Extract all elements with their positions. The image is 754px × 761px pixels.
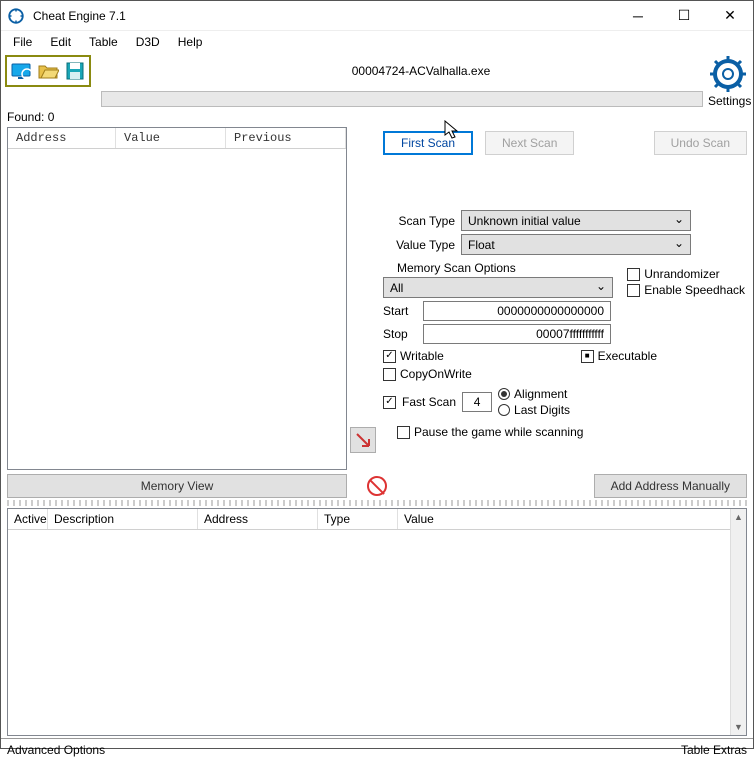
next-scan-button: Next Scan [485, 131, 574, 155]
speedhack-label: Enable Speedhack [644, 283, 745, 297]
memory-view-button[interactable]: Memory View [7, 474, 347, 498]
delete-icon[interactable] [367, 476, 387, 496]
toolbar: 00004724-ACValhalla.exe [1, 53, 753, 89]
menubar: File Edit Table D3D Help [1, 31, 753, 53]
unrandomizer-label: Unrandomizer [644, 267, 719, 281]
menu-d3d[interactable]: D3D [128, 33, 168, 51]
col-value[interactable]: Value [116, 128, 226, 148]
scroll-down-icon[interactable]: ▼ [731, 719, 746, 735]
col-previous[interactable]: Previous [226, 128, 346, 148]
found-count: 0 [48, 110, 55, 124]
lastdigits-radio[interactable] [498, 404, 510, 416]
app-icon [7, 7, 25, 25]
col-address2[interactable]: Address [198, 509, 318, 529]
table-extras-button[interactable]: Table Extras [681, 743, 747, 757]
scan-progress [101, 91, 703, 107]
footer: Advanced Options Table Extras [1, 738, 753, 761]
scrollbar[interactable]: ▲ ▼ [730, 509, 746, 735]
executable-label: Executable [598, 349, 657, 363]
col-description[interactable]: Description [48, 509, 198, 529]
mem-region-combo[interactable]: All [383, 277, 613, 298]
speedhack-check[interactable] [627, 284, 640, 297]
action-row: Memory View Add Address Manually [7, 474, 747, 498]
start-input[interactable] [423, 301, 611, 321]
value-type-value: Float [468, 238, 495, 252]
address-headers: Active Description Address Type Value [8, 509, 746, 530]
results-headers: Address Value Previous [8, 128, 346, 149]
scroll-up-icon[interactable]: ▲ [731, 509, 746, 525]
start-label: Start [383, 304, 423, 318]
col-value2[interactable]: Value [398, 509, 746, 529]
pause-check[interactable] [397, 426, 410, 439]
minimize-button[interactable]: ─ [615, 1, 661, 31]
address-table[interactable]: Active Description Address Type Value ▲ … [7, 508, 747, 736]
value-type-label: Value Type [383, 238, 455, 252]
cheat-engine-logo-icon [708, 54, 748, 94]
col-address[interactable]: Address [8, 128, 116, 148]
value-type-combo[interactable]: Float [461, 234, 691, 255]
fastscan-label: Fast Scan [402, 395, 456, 409]
results-pane[interactable]: Address Value Previous [7, 127, 347, 470]
window-title: Cheat Engine 7.1 [31, 9, 615, 23]
open-file-icon[interactable] [35, 58, 61, 84]
col-type[interactable]: Type [318, 509, 398, 529]
scan-type-combo[interactable]: Unknown initial value [461, 210, 691, 231]
lastdigits-label: Last Digits [514, 403, 570, 417]
found-row: Found: 0 [1, 109, 753, 125]
stop-label: Stop [383, 327, 423, 341]
menu-file[interactable]: File [5, 33, 40, 51]
controls-pane: First Scan Next Scan Undo Scan Scan Type… [353, 125, 753, 472]
add-address-manually-button[interactable]: Add Address Manually [594, 474, 747, 498]
first-scan-button[interactable]: First Scan [383, 131, 473, 155]
scan-type-label: Scan Type [383, 214, 455, 228]
mem-region-value: All [390, 281, 403, 295]
maximize-button[interactable]: ☐ [661, 1, 707, 31]
advanced-options-button[interactable]: Advanced Options [7, 743, 105, 757]
alignment-label: Alignment [514, 387, 567, 401]
menu-help[interactable]: Help [170, 33, 211, 51]
alignment-radio[interactable] [498, 388, 510, 400]
process-name: 00004724-ACValhalla.exe [93, 64, 749, 78]
splitter[interactable] [7, 500, 747, 506]
found-label: Found: [7, 110, 44, 124]
copyonwrite-check[interactable] [383, 368, 396, 381]
writable-check[interactable] [383, 350, 396, 363]
add-to-list-arrow-button[interactable] [350, 427, 376, 453]
menu-edit[interactable]: Edit [42, 33, 79, 51]
titlebar: Cheat Engine 7.1 ─ ☐ ✕ [1, 1, 753, 31]
pause-label: Pause the game while scanning [414, 425, 583, 439]
executable-check[interactable] [581, 350, 594, 363]
save-icon[interactable] [62, 58, 88, 84]
unrandomizer-check[interactable] [627, 268, 640, 281]
stop-input[interactable] [423, 324, 611, 344]
copyonwrite-label: CopyOnWrite [400, 367, 472, 381]
close-button[interactable]: ✕ [707, 1, 753, 31]
open-process-icon[interactable] [8, 58, 34, 84]
settings-label[interactable]: Settings [708, 94, 750, 108]
col-active[interactable]: Active [8, 509, 48, 529]
fastscan-input[interactable] [462, 392, 492, 412]
undo-scan-button: Undo Scan [654, 131, 747, 155]
scan-type-value: Unknown initial value [468, 214, 581, 228]
writable-label: Writable [400, 349, 444, 363]
fastscan-check[interactable] [383, 396, 396, 409]
toolbar-icon-group [5, 55, 91, 87]
progress-row [1, 89, 753, 109]
settings-panel[interactable]: Settings [708, 54, 750, 108]
side-options: Unrandomizer Enable Speedhack [627, 265, 745, 299]
menu-table[interactable]: Table [81, 33, 126, 51]
